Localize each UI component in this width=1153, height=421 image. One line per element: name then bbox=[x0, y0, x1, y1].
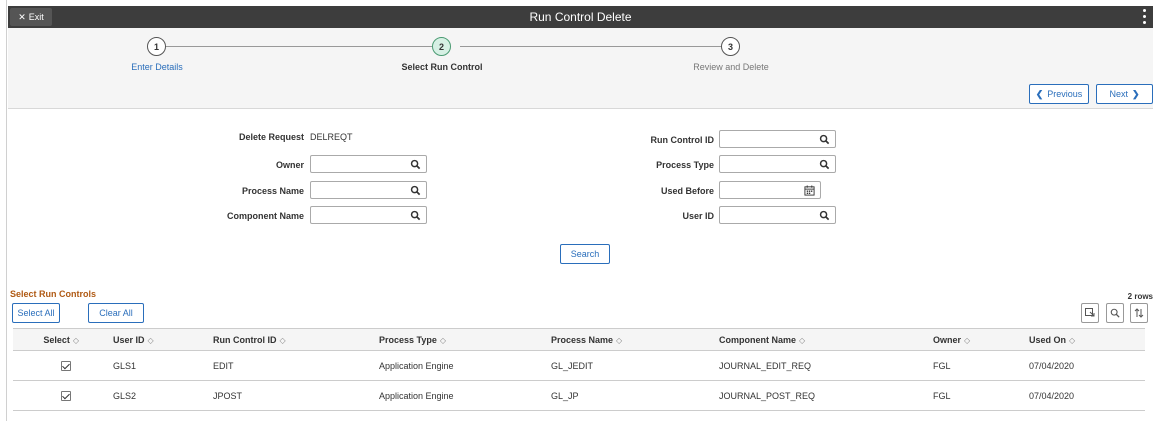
sort-icon: ◇ bbox=[964, 335, 971, 345]
step-3-label[interactable]: Review and Delete bbox=[651, 62, 811, 72]
table-row: GLS2 JPOST Application Engine GL_JP JOUR… bbox=[13, 380, 1145, 411]
search-icon[interactable] bbox=[819, 134, 830, 145]
column-header-process-name[interactable]: Process Name ◇ bbox=[551, 328, 719, 351]
step-3-circle[interactable]: 3 bbox=[721, 37, 740, 56]
search-icon[interactable] bbox=[819, 159, 830, 170]
actions-menu-icon[interactable] bbox=[1141, 9, 1147, 24]
delete-request-value: DELREQT bbox=[310, 132, 353, 142]
step-1-circle[interactable]: 1 bbox=[147, 37, 166, 56]
previous-label: Previous bbox=[1047, 89, 1083, 99]
cell-user-id: GLS2 bbox=[101, 380, 209, 411]
run-control-id-label: Run Control ID bbox=[650, 135, 715, 145]
column-header-used-on[interactable]: Used On ◇ bbox=[1029, 328, 1145, 351]
select-checkbox[interactable] bbox=[61, 390, 71, 401]
chevron-right-icon: ❯ bbox=[1131, 88, 1140, 99]
search-icon[interactable] bbox=[819, 210, 830, 221]
user-id-input[interactable] bbox=[719, 206, 836, 224]
used-before-date-input[interactable] bbox=[719, 181, 821, 199]
user-id-label: User ID bbox=[682, 211, 714, 221]
search-icon[interactable] bbox=[410, 159, 421, 170]
sort-icon: ◇ bbox=[72, 335, 79, 345]
process-name-label: Process Name bbox=[241, 186, 304, 196]
step-2-label: Select Run Control bbox=[401, 62, 483, 72]
run-control-delete-page: ✕ Exit Run Control Delete 1 Enter Detail… bbox=[8, 6, 1153, 421]
next-label: Next bbox=[1109, 89, 1128, 99]
delete-request-label: Delete Request bbox=[238, 132, 304, 142]
sort-icon: ◇ bbox=[1069, 335, 1076, 345]
clear-all-button[interactable]: Clear All bbox=[88, 303, 144, 323]
find-icon[interactable] bbox=[1106, 303, 1124, 323]
column-header-owner[interactable]: Owner ◇ bbox=[933, 328, 1029, 351]
previous-button[interactable]: ❮ Previous bbox=[1029, 84, 1089, 104]
select-checkbox[interactable] bbox=[61, 360, 71, 371]
table-row: GLS1 EDIT Application Engine GL_JEDIT JO… bbox=[13, 350, 1145, 381]
step-1-label[interactable]: Enter Details bbox=[77, 62, 237, 72]
cell-component-name: JOURNAL_POST_REQ bbox=[719, 380, 933, 411]
grid-title: Select Run Controls bbox=[10, 289, 97, 299]
cell-owner: FGL bbox=[933, 350, 1029, 381]
cell-owner: FGL bbox=[933, 380, 1029, 411]
step-2-circle: 2 bbox=[432, 37, 451, 56]
sort-icon: ◇ bbox=[439, 335, 447, 345]
search-icon[interactable] bbox=[410, 210, 421, 221]
cell-run-control-id: EDIT bbox=[209, 350, 379, 381]
sort-icon[interactable] bbox=[1130, 303, 1148, 323]
component-name-input[interactable] bbox=[310, 206, 427, 224]
process-type-label: Process Type bbox=[656, 160, 714, 170]
select-all-button[interactable]: Select All bbox=[12, 303, 60, 323]
cell-used-on: 07/04/2020 bbox=[1029, 350, 1145, 381]
sort-icon: ◇ bbox=[616, 335, 623, 345]
cell-process-type: Application Engine bbox=[379, 380, 551, 411]
cell-process-name: GL_JP bbox=[551, 380, 719, 411]
table-header-row: Select ◇ User ID ◇ Run Control ID ◇ Process… bbox=[13, 328, 1145, 351]
cell-component-name: JOURNAL_EDIT_REQ bbox=[719, 350, 933, 381]
column-header-component-name[interactable]: Component Name ◇ bbox=[719, 328, 933, 351]
sort-icon: ◇ bbox=[147, 335, 154, 345]
calendar-icon[interactable] bbox=[804, 185, 815, 196]
title-bar: ✕ Exit Run Control Delete bbox=[8, 6, 1153, 28]
run-control-id-input[interactable] bbox=[719, 130, 836, 148]
run-controls-table: Select ◇ User ID ◇ Run Control ID ◇ Process… bbox=[13, 328, 1145, 411]
cell-used-on: 07/04/2020 bbox=[1029, 380, 1145, 411]
column-header-user-id[interactable]: User ID ◇ bbox=[101, 328, 209, 351]
cell-process-name: GL_JEDIT bbox=[551, 350, 719, 381]
search-icon[interactable] bbox=[410, 185, 421, 196]
train-connector bbox=[158, 46, 441, 47]
cell-process-type: Application Engine bbox=[379, 350, 551, 381]
page-title: Run Control Delete bbox=[529, 10, 632, 24]
next-button[interactable]: Next ❯ bbox=[1096, 84, 1153, 104]
train-connector bbox=[460, 46, 726, 47]
row-count: 2 rows bbox=[1127, 292, 1153, 301]
process-name-input[interactable] bbox=[310, 181, 427, 199]
sort-icon: ◇ bbox=[279, 335, 286, 345]
owner-input[interactable] bbox=[310, 155, 427, 173]
export-icon[interactable] bbox=[1081, 303, 1099, 323]
search-button[interactable]: Search bbox=[560, 244, 610, 264]
cell-run-control-id: JPOST bbox=[209, 380, 379, 411]
chevron-left-icon: ❮ bbox=[1035, 88, 1044, 99]
left-frame-border bbox=[0, 0, 7, 421]
component-name-label: Component Name bbox=[226, 211, 304, 221]
column-header-process-type[interactable]: Process Type ◇ bbox=[379, 328, 551, 351]
column-header-run-control-id[interactable]: Run Control ID ◇ bbox=[209, 328, 379, 351]
used-before-label: Used Before bbox=[660, 186, 714, 196]
process-type-input[interactable] bbox=[719, 155, 836, 173]
sort-icon: ◇ bbox=[799, 335, 806, 345]
step-train: 1 Enter Details 2 Select Run Control 3 R… bbox=[8, 28, 1153, 109]
owner-label: Owner bbox=[275, 160, 304, 170]
cell-user-id: GLS1 bbox=[101, 350, 209, 381]
column-header-select[interactable]: Select ◇ bbox=[13, 328, 101, 351]
